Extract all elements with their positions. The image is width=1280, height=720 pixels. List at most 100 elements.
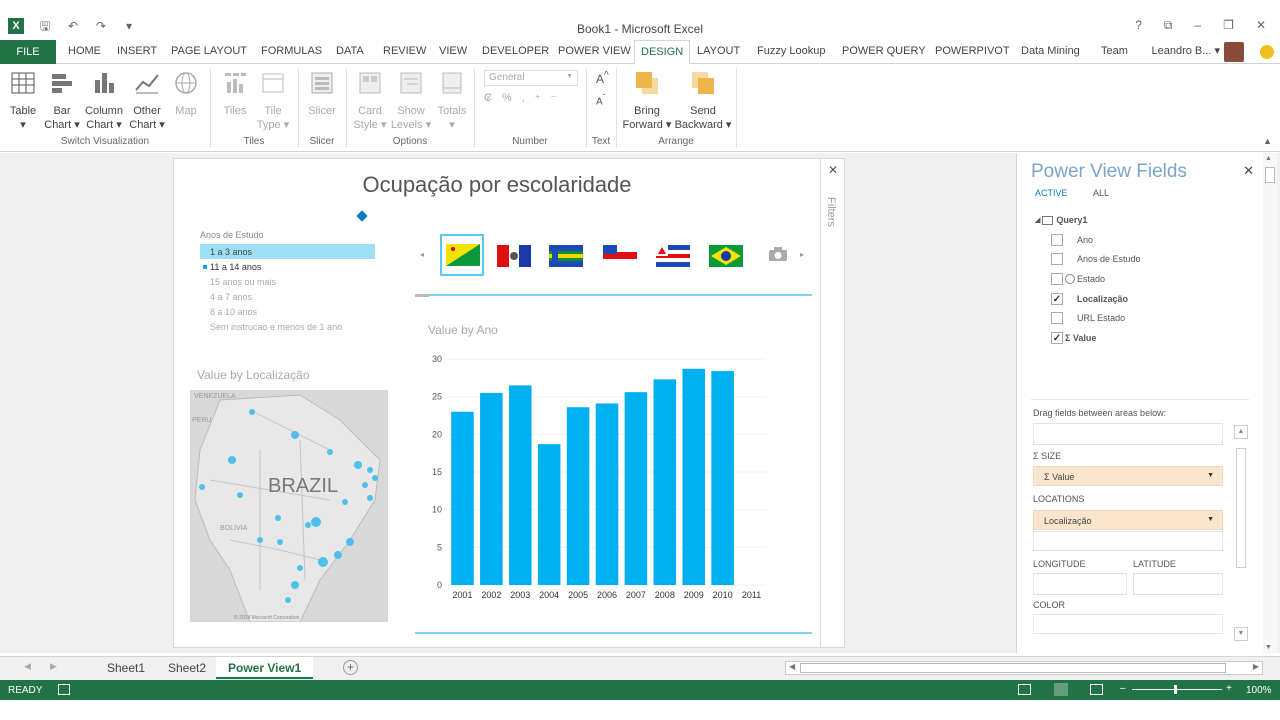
tab-review[interactable]: REVIEW [383, 45, 426, 57]
table-query1[interactable]: ◢ Query1 [1035, 213, 1087, 227]
horizontal-scrollbar[interactable]: ◀ ▶ [785, 661, 1263, 675]
bar[interactable] [653, 379, 677, 585]
map-visual[interactable]: BRAZIL VENEZUELA BOLIVIA PERU © 2014 Mic… [190, 390, 388, 622]
tile-scroll-thumb[interactable] [415, 294, 429, 297]
add-sheet-icon[interactable]: + [343, 660, 358, 675]
tab-powerpivot[interactable]: POWERPIVOT [935, 45, 1010, 57]
tab-fuzzy-lookup[interactable]: Fuzzy Lookup [757, 45, 825, 57]
minimize-icon[interactable]: – [1194, 18, 1201, 33]
comma-icon[interactable]: , [522, 92, 525, 105]
slicer-item[interactable]: 1 a 3 anos [200, 244, 375, 259]
page-break-view-icon[interactable] [1090, 684, 1103, 695]
prev-sheet-icon[interactable]: ◀ [24, 661, 31, 672]
dropdown-arrow-icon[interactable]: ▼ [1207, 516, 1214, 523]
wells-scrollbar[interactable] [1236, 448, 1246, 568]
bar[interactable] [624, 392, 648, 585]
bar[interactable] [595, 403, 619, 585]
table-button[interactable]: Table ▾ [6, 70, 40, 132]
collapse-ribbon-icon[interactable]: ▲ [1263, 136, 1272, 146]
well-top[interactable] [1033, 423, 1223, 445]
percent-icon[interactable]: % [502, 92, 512, 105]
zoom-in-icon[interactable]: + [1226, 683, 1232, 694]
scroll-right-icon[interactable]: ▶ [1253, 662, 1259, 671]
avatar[interactable] [1224, 42, 1244, 62]
show-levels-button[interactable]: Show Levels ▾ [390, 70, 432, 132]
bar[interactable] [682, 368, 706, 585]
next-sheet-icon[interactable]: ▶ [50, 661, 57, 672]
bar[interactable] [711, 371, 734, 585]
dropdown-arrow-icon[interactable]: ▼ [1207, 472, 1214, 479]
tab-page-layout[interactable]: PAGE LAYOUT [171, 45, 247, 57]
locations-well[interactable]: Localização ▼ [1033, 510, 1223, 530]
filters-pane-collapsed[interactable]: ✕ Filters [821, 158, 845, 648]
tab-team[interactable]: Team [1101, 45, 1128, 57]
user-name[interactable]: Leandro B... ▾ [1151, 44, 1220, 57]
slicer-button[interactable]: Slicer [304, 70, 340, 118]
close-icon[interactable]: ✕ [1256, 18, 1266, 33]
tab-power-view[interactable]: POWER VIEW [558, 45, 631, 57]
sheet-tab-active[interactable]: Power View1 [216, 657, 314, 679]
tile-scroll-left-icon[interactable]: ◂ [420, 250, 424, 259]
tab-layout[interactable]: LAYOUT [697, 45, 740, 57]
tab-developer[interactable]: DEVELOPER [482, 45, 549, 57]
slicer-item[interactable]: 4 a 7 anos [200, 289, 375, 304]
decrease-font-icon[interactable]: Aˇ [596, 92, 605, 107]
locations-drop-area[interactable] [1033, 531, 1223, 551]
restore-icon[interactable]: ❐ [1223, 18, 1234, 33]
bring-forward-button[interactable]: Bring Forward ▾ [620, 70, 674, 132]
decrease-decimal-icon[interactable]: ⁻ [551, 92, 557, 105]
tab-data[interactable]: DATA [336, 45, 364, 57]
macro-record-icon[interactable] [58, 684, 70, 695]
field-checkbox[interactable] [1051, 234, 1063, 246]
tiles-button[interactable]: Tiles [218, 70, 252, 118]
close-filters-icon[interactable]: ✕ [828, 163, 838, 177]
tile-flag-bahia[interactable] [651, 236, 691, 272]
tile-flag-acre[interactable] [440, 234, 484, 276]
tab-file[interactable]: FILE [0, 40, 56, 64]
slicer-anos-de-estudo[interactable]: Anos de Estudo 1 a 3 anos 11 a 14 anos 1… [200, 230, 375, 334]
sheet-tab[interactable]: Sheet2 [156, 657, 218, 679]
bar[interactable] [508, 385, 532, 585]
longitude-well[interactable] [1033, 573, 1127, 595]
feedback-smiley-icon[interactable] [1260, 45, 1274, 59]
tab-home[interactable]: HOME [68, 45, 101, 57]
tab-view[interactable]: VIEW [439, 45, 467, 57]
field-checkbox[interactable] [1051, 253, 1063, 265]
tile-type-button[interactable]: Tile Type ▾ [256, 70, 290, 132]
tab-insert[interactable]: INSERT [117, 45, 157, 57]
tab-formulas[interactable]: FORMULAS [261, 45, 322, 57]
scroll-down-icon[interactable]: ▼ [1265, 644, 1272, 651]
tile-flag-amazonas[interactable] [598, 236, 638, 272]
ribbon-display-icon[interactable]: ⧉ [1164, 18, 1173, 33]
field-row-anos-de-estudo[interactable]: Anos de Estudo [1051, 252, 1141, 266]
slicer-item[interactable]: 8 a 10 anos [200, 304, 375, 319]
currency-icon[interactable]: ₢ [484, 92, 492, 105]
tab-all-fields[interactable]: ALL [1093, 188, 1109, 198]
color-well[interactable] [1033, 614, 1223, 634]
scroll-thumb[interactable] [800, 663, 1226, 673]
tab-design[interactable]: DESIGN [634, 40, 691, 65]
field-row-localizacao[interactable]: ✓ Localização [1051, 292, 1128, 306]
map-button[interactable]: Map [170, 70, 202, 118]
totals-button[interactable]: Totals ▾ [434, 70, 470, 132]
wells-scroll-up-icon[interactable]: ▲ [1234, 425, 1248, 439]
column-chart-button[interactable]: Column Chart ▾ [83, 70, 125, 132]
scroll-left-icon[interactable]: ◀ [789, 662, 795, 671]
slicer-item[interactable]: Sem instrucao e menos de 1 ano [200, 319, 375, 334]
field-row-ano[interactable]: Ano [1051, 233, 1093, 247]
normal-view-icon[interactable] [1018, 684, 1031, 695]
send-backward-button[interactable]: Send Backward ▾ [674, 70, 732, 132]
field-checkbox[interactable]: ✓ [1051, 332, 1063, 344]
bar[interactable] [537, 444, 561, 585]
slicer-item[interactable]: 11 a 14 anos [200, 259, 375, 274]
tile-flag-brasil[interactable] [704, 236, 744, 272]
field-row-value[interactable]: ✓ Σ Value [1051, 331, 1096, 345]
card-style-button[interactable]: Card Style ▾ [350, 70, 390, 132]
field-checkbox[interactable] [1051, 312, 1063, 324]
tile-flag-alagoas[interactable] [492, 236, 532, 272]
size-well[interactable]: Σ Value ▼ [1033, 466, 1223, 486]
tab-data-mining[interactable]: Data Mining [1021, 45, 1080, 57]
close-fields-pane-icon[interactable]: ✕ [1243, 163, 1254, 179]
other-chart-button[interactable]: Other Chart ▾ [128, 70, 166, 132]
scroll-thumb[interactable] [1265, 167, 1275, 183]
